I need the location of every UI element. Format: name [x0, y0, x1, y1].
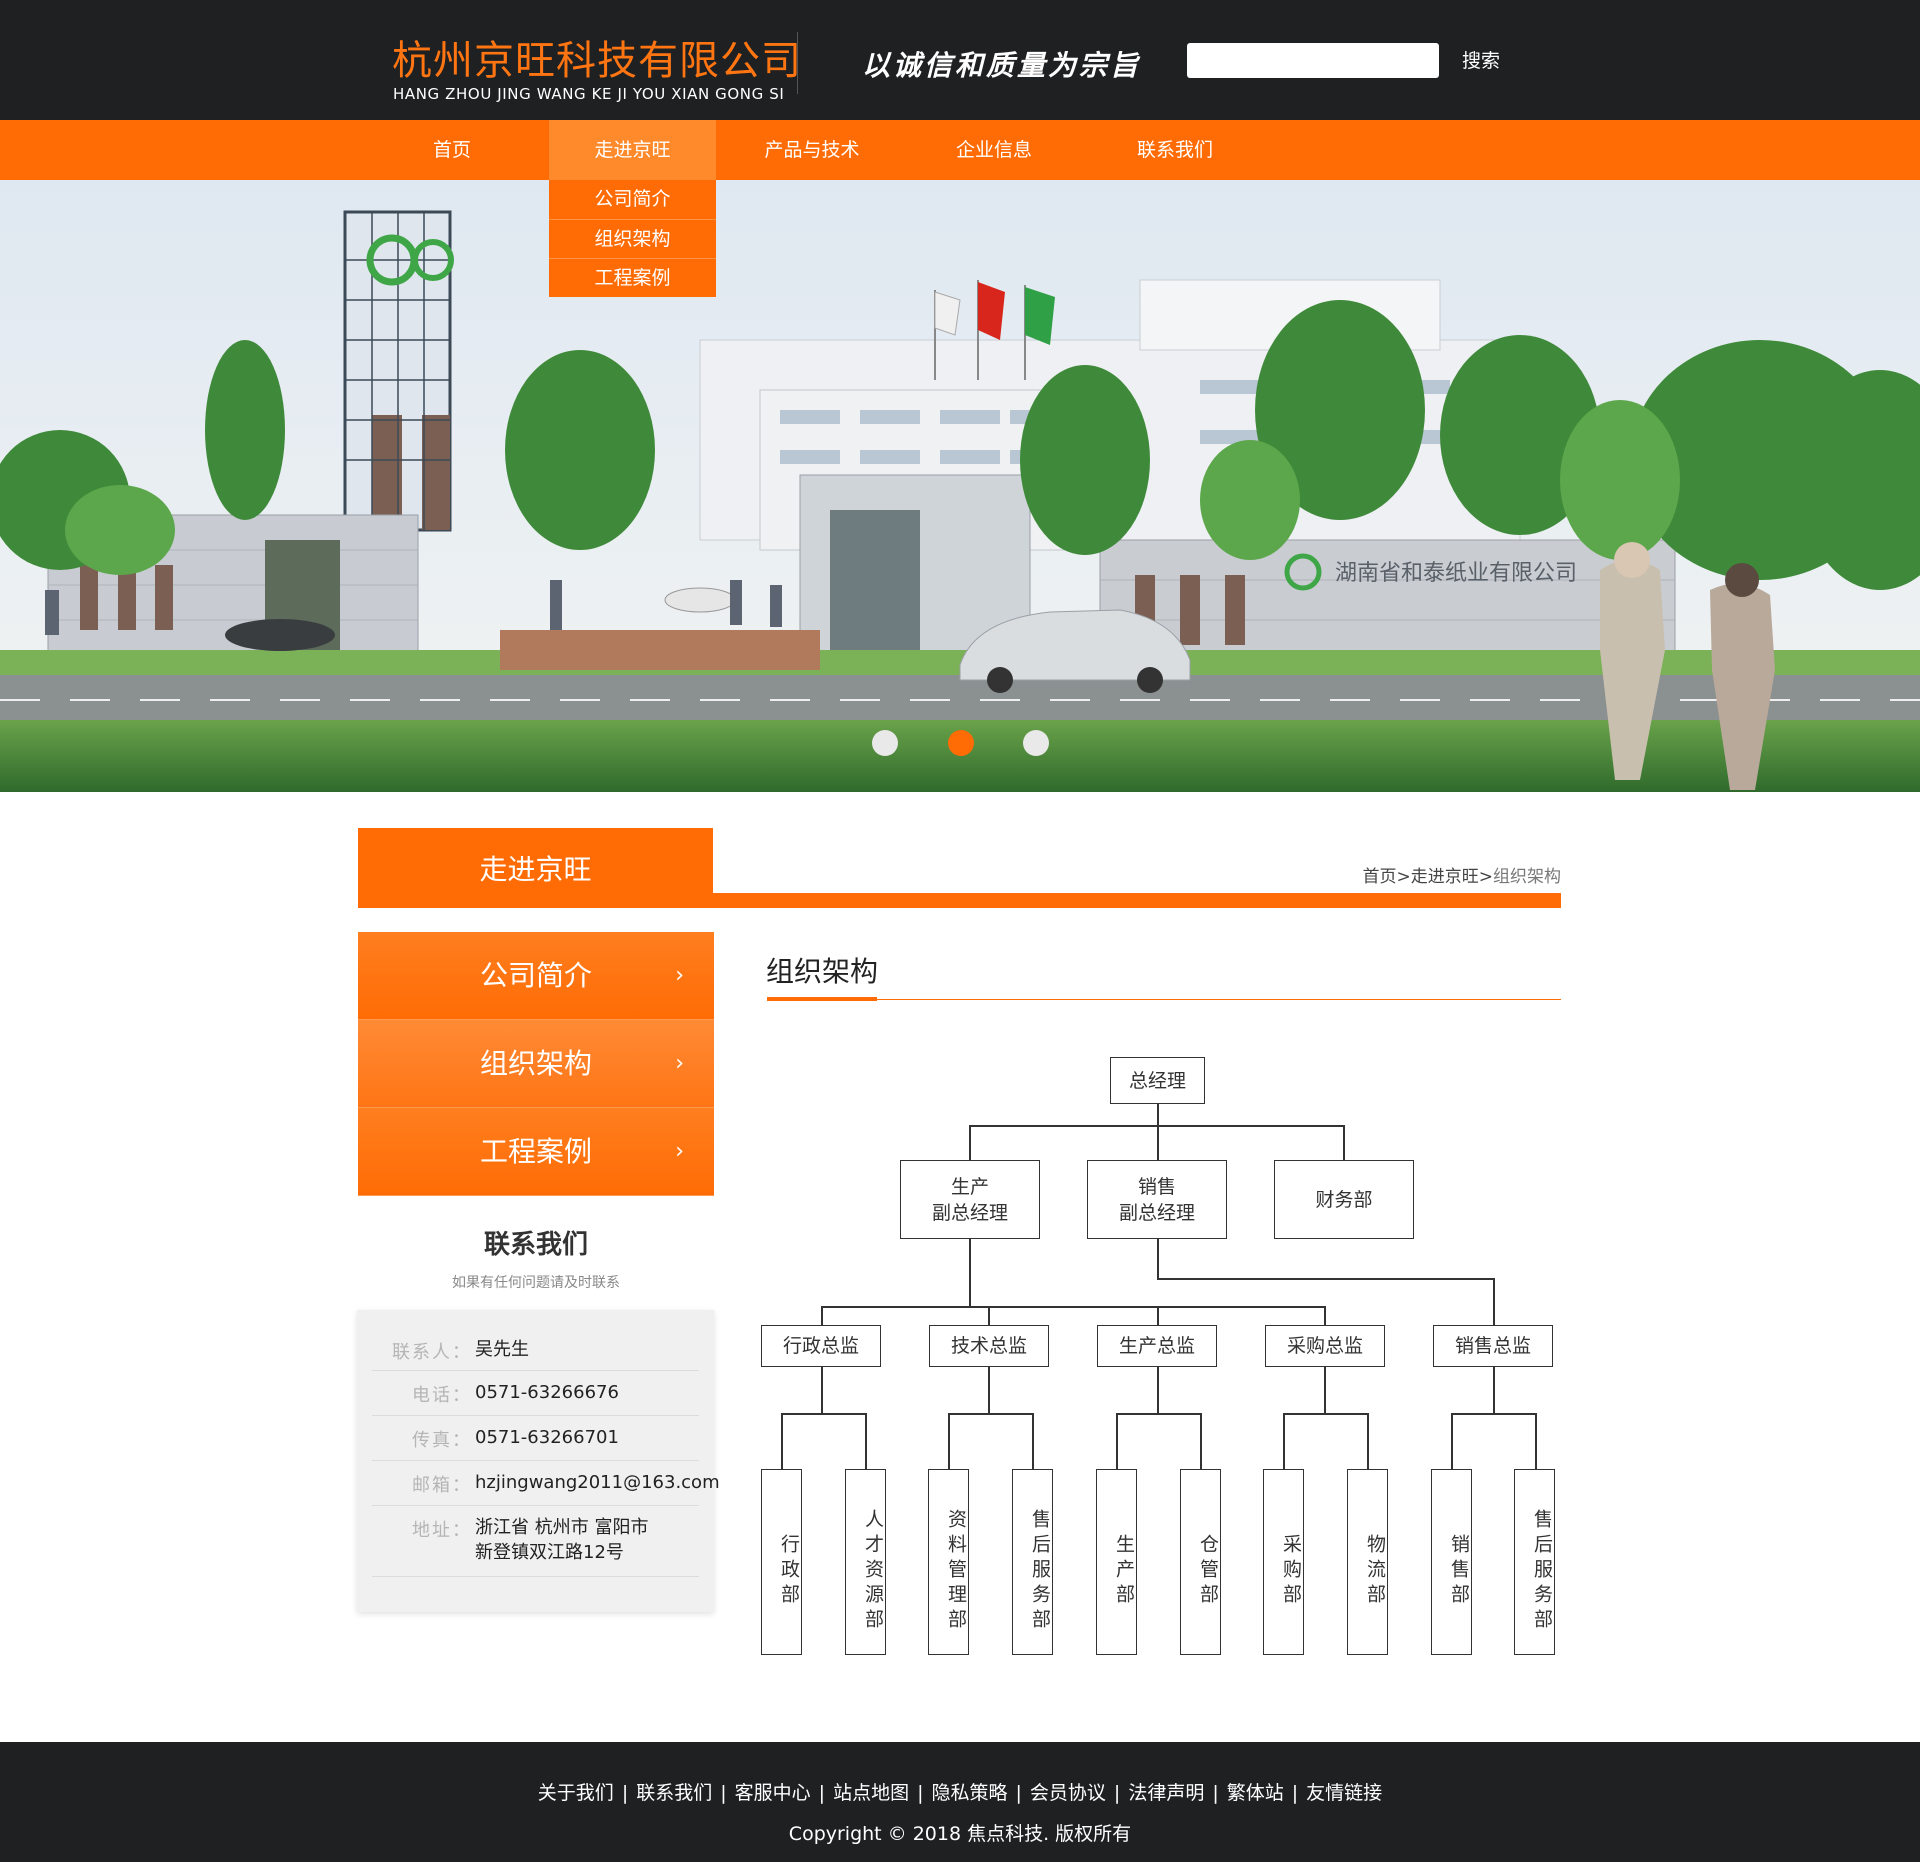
contact-row-email: 邮箱 ： hzjingwang2011@163.com	[372, 1461, 720, 1506]
contact-value: 0571-63266676	[475, 1382, 619, 1403]
org-node-department: 仓管部	[1180, 1469, 1221, 1655]
footer-link-traditional[interactable]: 繁体站	[1227, 1782, 1284, 1804]
copyright: Copyright © 2018 焦点科技. 版权所有	[788, 1823, 1132, 1845]
contact-row-phone: 电话 ： 0571-63266676	[372, 1371, 699, 1416]
nav-item-enterprise[interactable]: 企业信息	[934, 120, 1054, 180]
contact-label: 联系人	[392, 1342, 452, 1363]
slide-dot-2[interactable]	[948, 730, 974, 756]
header-divider	[797, 32, 798, 94]
contact-label: 电话	[412, 1385, 452, 1406]
breadcrumb: 首页>走进京旺>组织架构	[1300, 862, 1562, 887]
contact-subtitle: 如果有任何问题请及时联系	[452, 1275, 620, 1291]
sidebar-item-label: 工程案例	[479, 1135, 592, 1168]
contact-colon: ：	[452, 1475, 470, 1496]
footer-links: 关于我们 | 联系我们 | 客服中心 | 站点地图 | 隐私策略 | 会员协议 | 法律声明 | 繁体站 | 友…	[537, 1782, 1383, 1804]
org-node-director: 技术总监	[929, 1325, 1049, 1367]
divider	[767, 999, 1561, 1000]
dropdown-item-project-cases[interactable]: 工程案例	[549, 258, 716, 297]
sidebar-item-org-structure[interactable]: 组织架构 ›	[358, 1020, 714, 1108]
contact-value: 0571-63266701	[475, 1427, 619, 1448]
breadcrumb-home[interactable]: 首页	[1363, 867, 1397, 887]
slide-dot-1[interactable]	[872, 730, 898, 756]
org-node-department: 售后服务部	[1012, 1469, 1053, 1655]
banner-illustration: 湖南省和泰纸业有限公司	[0, 180, 1920, 792]
footer-link-contact[interactable]: 联系我们	[636, 1782, 712, 1804]
search-button[interactable]: 搜索	[1462, 46, 1500, 73]
slide-dot-3[interactable]	[1023, 730, 1049, 756]
nav-item-products[interactable]: 产品与技术	[742, 120, 882, 180]
org-node-department: 行政部	[761, 1469, 802, 1655]
site-header: 杭州京旺科技有限公司 HANG ZHOU JING WANG KE JI YOU…	[0, 0, 1920, 120]
company-logo-pinyin: HANG ZHOU JING WANG KE JI YOU XIAN GONG …	[393, 85, 785, 103]
org-node-department: 销售部	[1431, 1469, 1472, 1655]
contact-card: 联系人 ： 吴先生 电话 ： 0571-63266676 传真 ： 0571-6…	[357, 1310, 720, 1612]
org-node-department: 资料管理部	[928, 1469, 969, 1655]
search-input[interactable]	[1187, 43, 1439, 78]
chevron-right-icon: ›	[675, 1139, 684, 1164]
contact-label: 传真	[412, 1430, 452, 1451]
chevron-right-icon: ›	[675, 963, 684, 988]
breadcrumb-separator: >	[1396, 867, 1411, 887]
org-node-production-vp: 生产 副总经理	[900, 1160, 1040, 1239]
org-node-department: 生产部	[1096, 1469, 1137, 1655]
org-node-director: 行政总监	[761, 1325, 881, 1367]
sidebar-item-label: 组织架构	[479, 1047, 592, 1080]
slogan: 以诚信和质量为宗旨	[862, 49, 1142, 82]
footer-link-service[interactable]: 客服中心	[735, 1782, 811, 1804]
contact-label: 邮箱	[412, 1475, 452, 1496]
section-title: 走进京旺	[358, 828, 713, 908]
footer-link-member[interactable]: 会员协议	[1030, 1782, 1106, 1804]
org-node-department: 人才资源部	[845, 1469, 886, 1655]
nav-item-home[interactable]: 首页	[392, 120, 512, 180]
nav-dropdown-about: 公司简介 组织架构 工程案例	[549, 180, 716, 297]
org-node-department: 售后服务部	[1514, 1469, 1555, 1655]
contact-value[interactable]: hzjingwang2011@163.com	[475, 1470, 720, 1495]
org-node-sales-vp: 销售 副总经理	[1087, 1160, 1227, 1239]
org-node-director: 生产总监	[1097, 1325, 1217, 1367]
footer-link-about[interactable]: 关于我们	[538, 1782, 614, 1804]
footer-link-legal[interactable]: 法律声明	[1128, 1782, 1204, 1804]
org-chart-title: 组织架构	[766, 955, 879, 988]
sidebar-item-label: 公司简介	[479, 959, 592, 992]
contact-row-address: 地址 ： 浙江省 杭州市 富阳市 新登镇双江路12号	[372, 1506, 699, 1577]
nav-item-about[interactable]: 走进京旺	[549, 120, 716, 180]
contact-row-fax: 传真 ： 0571-63266701	[372, 1416, 699, 1461]
company-logo-title[interactable]: 杭州京旺科技有限公司	[392, 28, 802, 86]
contact-value: 浙江省 杭州市 富阳市	[475, 1517, 649, 1538]
sidebar-menu: 公司简介 › 组织架构 › 工程案例 ›	[358, 932, 714, 1196]
nav-item-contact[interactable]: 联系我们	[1115, 120, 1235, 180]
contact-colon: ：	[452, 1430, 470, 1451]
dropdown-item-company-intro[interactable]: 公司简介	[549, 180, 716, 219]
sidebar-item-company-intro[interactable]: 公司简介 ›	[358, 932, 714, 1020]
banner-sign-text: 湖南省和泰纸业有限公司	[1335, 561, 1577, 586]
contact-title: 联系我们	[483, 1230, 588, 1260]
sidebar-item-project-cases[interactable]: 工程案例 ›	[358, 1108, 714, 1196]
main-nav: 首页 走进京旺 产品与技术 企业信息 联系我们	[0, 120, 1920, 180]
dropdown-item-org-structure[interactable]: 组织架构	[549, 219, 716, 258]
chevron-right-icon: ›	[675, 1051, 684, 1076]
org-node-department: 采购部	[1263, 1469, 1304, 1655]
site-footer: 关于我们 | 联系我们 | 客服中心 | 站点地图 | 隐私策略 | 会员协议 | 法律声明 | 繁体站 | 友…	[0, 1742, 1920, 1862]
footer-link-sitemap[interactable]: 站点地图	[833, 1782, 909, 1804]
contact-label: 地址	[412, 1520, 452, 1541]
footer-link-privacy[interactable]: 隐私策略	[931, 1782, 1007, 1804]
org-node-finance: 财务部	[1274, 1160, 1414, 1239]
contact-colon: ：	[452, 1520, 470, 1541]
contact-value: 吴先生	[475, 1339, 529, 1360]
org-node-director: 销售总监	[1433, 1325, 1553, 1367]
breadcrumb-separator: >	[1478, 867, 1493, 887]
org-node-director: 采购总监	[1265, 1325, 1385, 1367]
hero-banner: 湖南省和泰纸业有限公司	[0, 180, 1920, 792]
org-node-department: 物流部	[1347, 1469, 1388, 1655]
footer-link-friends[interactable]: 友情链接	[1306, 1782, 1382, 1804]
org-node-general-manager: 总经理	[1110, 1057, 1205, 1104]
contact-colon: ：	[452, 1342, 470, 1363]
divider-accent	[767, 997, 877, 1001]
contact-colon: ：	[452, 1385, 470, 1406]
contact-value: 新登镇双江路12号	[475, 1542, 624, 1563]
contact-row-person: 联系人 ： 吴先生	[372, 1328, 699, 1371]
breadcrumb-about[interactable]: 走进京旺	[1411, 867, 1479, 887]
breadcrumb-current: 组织架构	[1493, 867, 1561, 887]
